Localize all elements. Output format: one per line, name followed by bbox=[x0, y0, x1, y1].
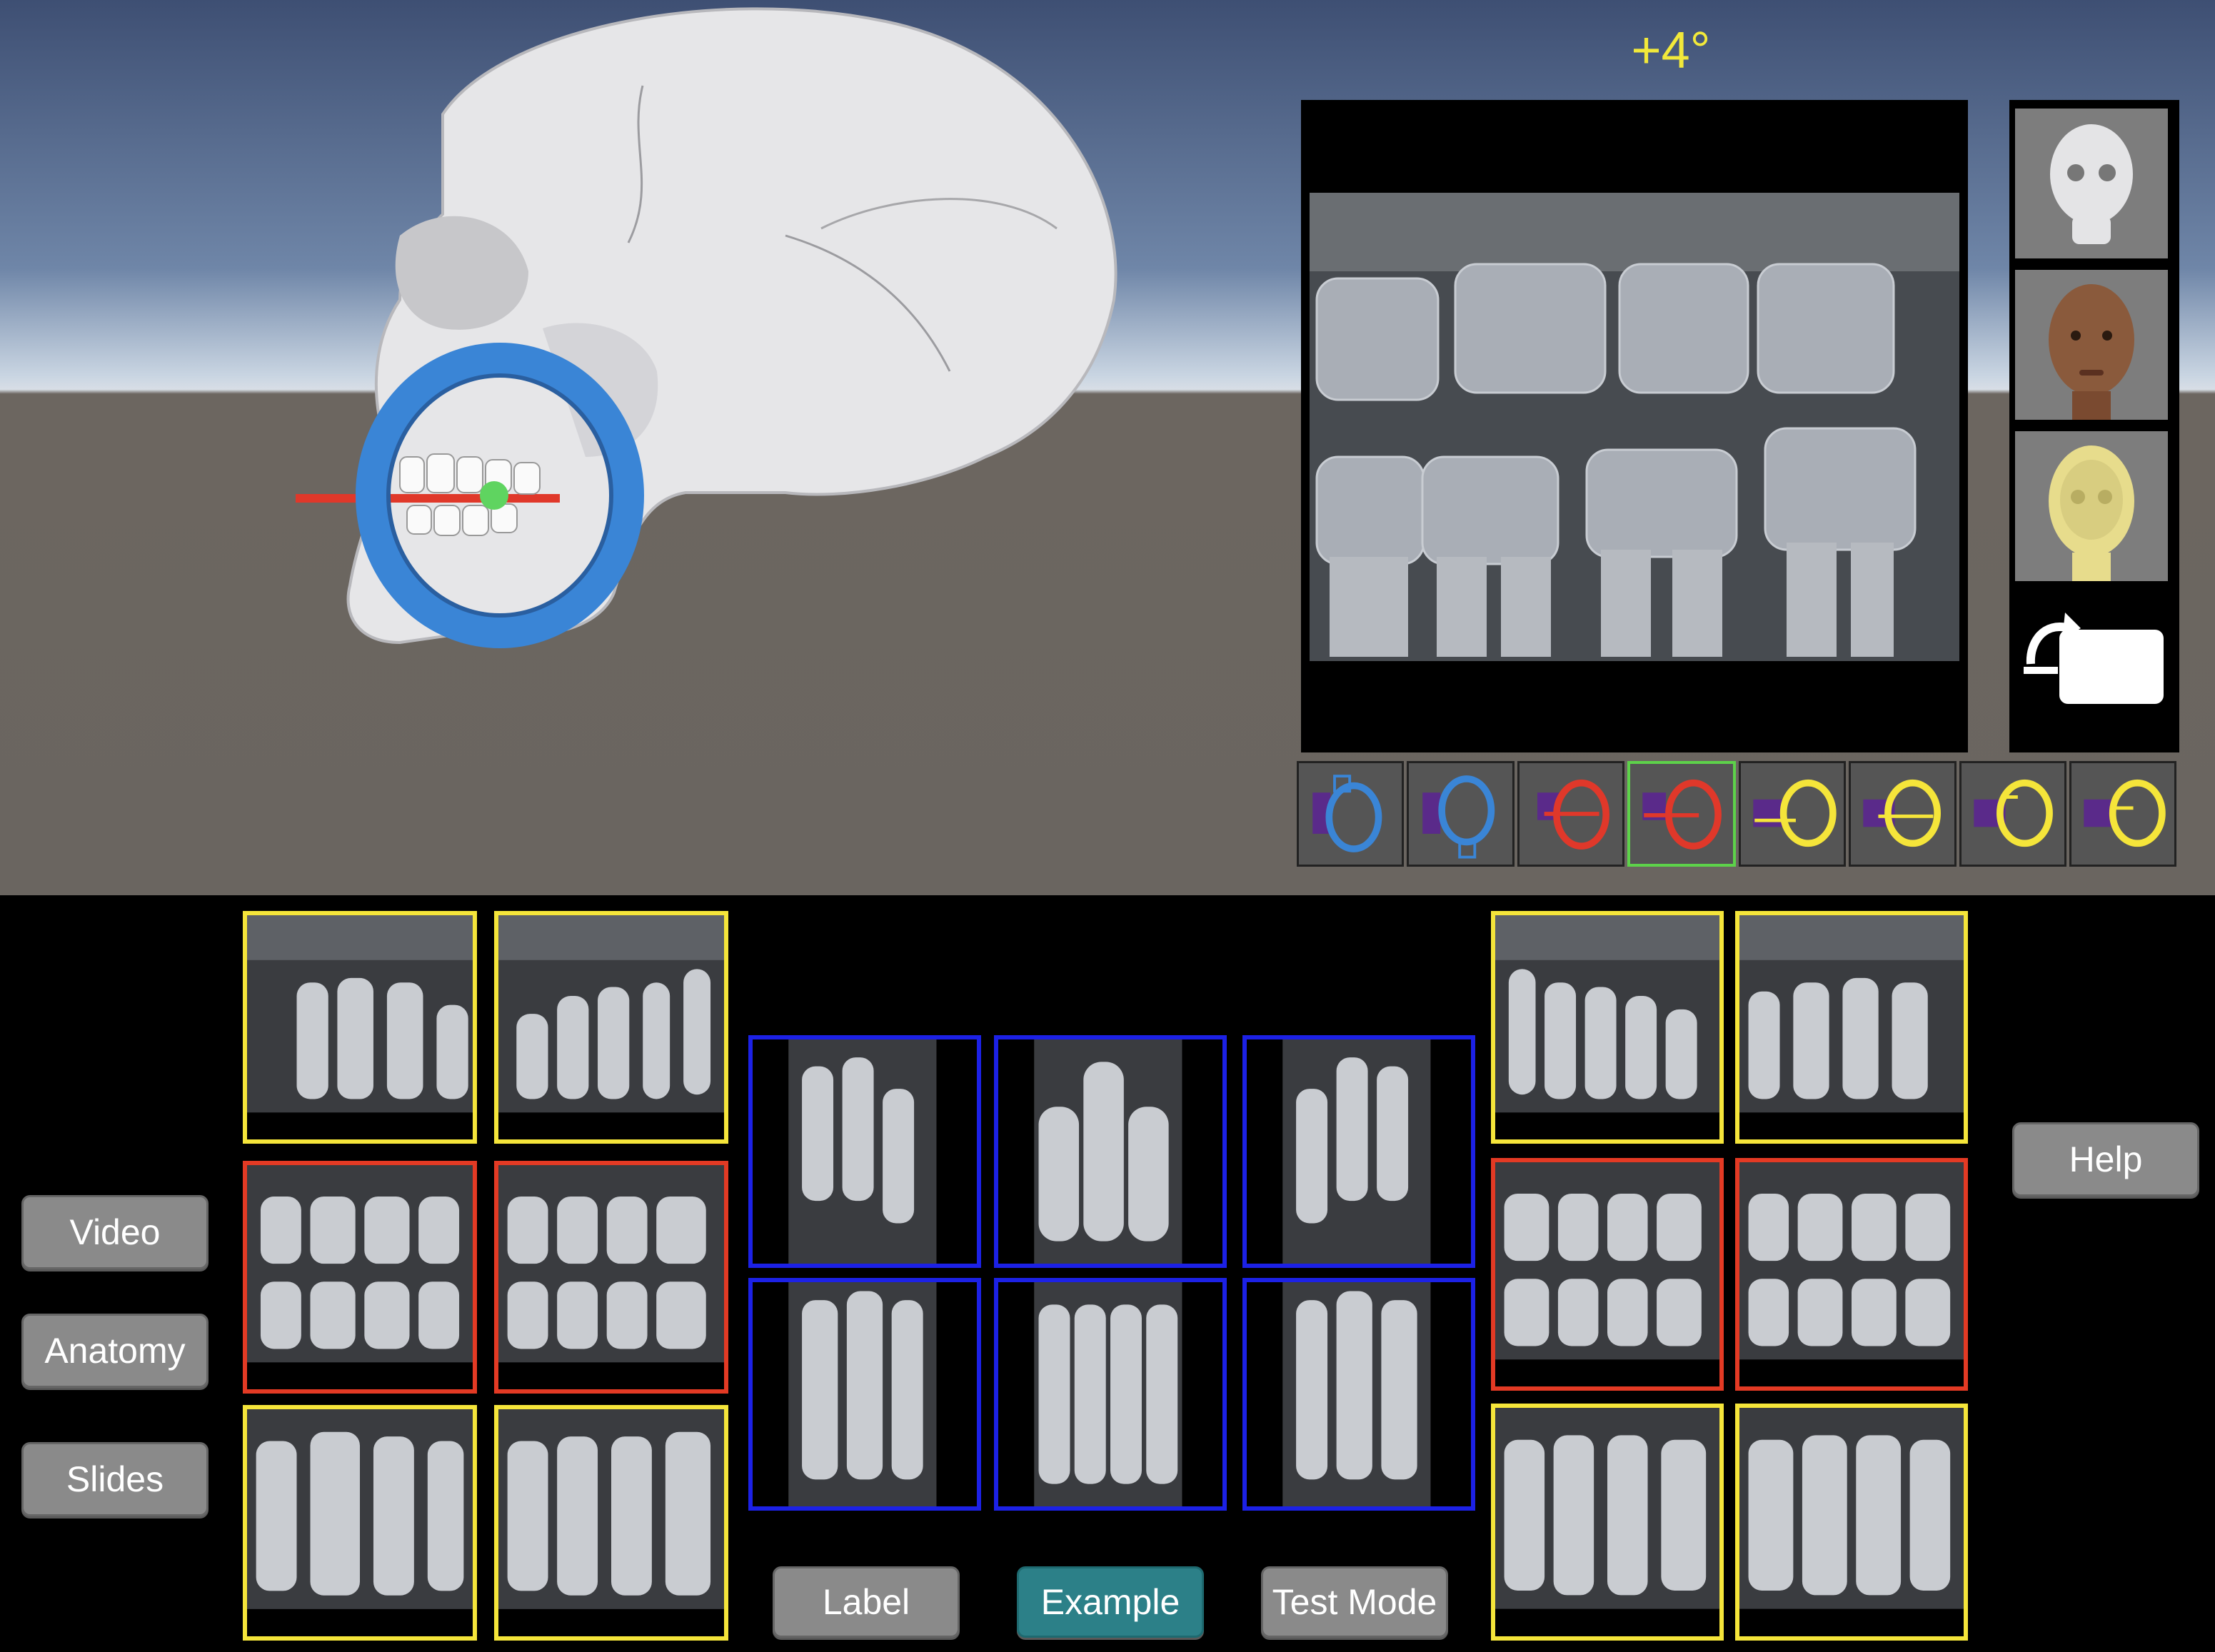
film-bitewing-left-premolar[interactable] bbox=[1491, 1158, 1724, 1391]
film-lower-right-premolar[interactable] bbox=[494, 1405, 728, 1641]
film-upper-left-molar[interactable] bbox=[1735, 911, 1968, 1144]
film-lower-left-canine[interactable] bbox=[1242, 1278, 1475, 1511]
film-lower-right-canine[interactable] bbox=[748, 1278, 981, 1511]
ring-selector-strip bbox=[1297, 761, 2176, 867]
red-ring-left-icon[interactable] bbox=[1517, 761, 1624, 867]
blue-ring-left-icon[interactable] bbox=[1297, 761, 1405, 867]
slides-button[interactable]: Slides bbox=[21, 1442, 209, 1516]
yellow-ring-4-icon[interactable] bbox=[2069, 761, 2176, 867]
yellow-ring-2-icon[interactable] bbox=[1849, 761, 1957, 867]
anatomy-button[interactable]: Anatomy bbox=[21, 1314, 209, 1388]
head-skin-view-icon[interactable] bbox=[2015, 270, 2168, 420]
film-lower-right-molar[interactable] bbox=[243, 1405, 477, 1641]
view-mode-panel bbox=[2009, 100, 2179, 752]
label-button[interactable]: Label bbox=[773, 1566, 960, 1638]
transparent-head-view-icon[interactable] bbox=[2015, 431, 2168, 581]
film-lower-left-molar[interactable] bbox=[1735, 1404, 1968, 1641]
film-upper-left-canine[interactable] bbox=[1242, 1035, 1475, 1268]
angle-readout: +4° bbox=[1631, 22, 1711, 79]
film-upper-right-molar[interactable] bbox=[243, 911, 477, 1144]
film-bitewing-right-molar[interactable] bbox=[243, 1161, 477, 1394]
film-upper-left-premolar[interactable] bbox=[1491, 911, 1724, 1144]
example-button[interactable]: Example bbox=[1017, 1566, 1204, 1638]
test-mode-button[interactable]: Test Mode bbox=[1261, 1566, 1448, 1638]
film-mount-area: Video Anatomy Slides Help Label Example … bbox=[0, 895, 2215, 1652]
help-button[interactable]: Help bbox=[2012, 1122, 2199, 1197]
film-lower-left-premolar[interactable] bbox=[1491, 1404, 1724, 1641]
blue-ring-right-icon[interactable] bbox=[1407, 761, 1515, 867]
skull-view-icon[interactable] bbox=[2015, 109, 2168, 258]
video-button[interactable]: Video bbox=[21, 1195, 209, 1269]
film-bitewing-left-molar[interactable] bbox=[1735, 1158, 1968, 1391]
red-ring-right-icon[interactable] bbox=[1627, 761, 1736, 867]
film-upper-right-canine[interactable] bbox=[748, 1035, 981, 1268]
film-upper-right-premolar[interactable] bbox=[494, 911, 728, 1144]
yellow-ring-1-icon[interactable] bbox=[1739, 761, 1847, 867]
yellow-ring-3-icon[interactable] bbox=[1959, 761, 2066, 867]
film-upper-central-incisor[interactable] bbox=[994, 1035, 1227, 1268]
film-bitewing-right-premolar[interactable] bbox=[494, 1161, 728, 1394]
xray-preview bbox=[1301, 100, 1968, 752]
reset-view-icon[interactable] bbox=[2015, 593, 2168, 735]
film-lower-incisors[interactable] bbox=[994, 1278, 1227, 1511]
